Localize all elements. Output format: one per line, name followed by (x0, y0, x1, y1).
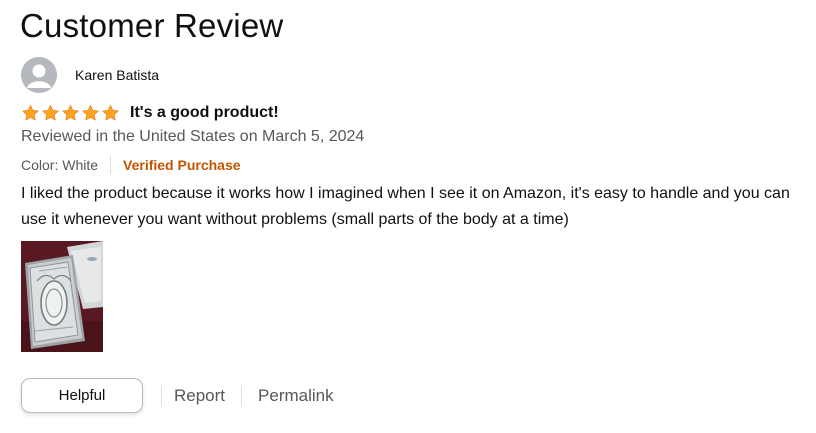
report-link[interactable]: Report (174, 386, 225, 406)
permalink-link[interactable]: Permalink (258, 386, 334, 406)
star-icon (102, 104, 119, 121)
action-divider (161, 384, 162, 407)
reviewer-name[interactable]: Karen Batista (75, 67, 159, 83)
review-meta: Color: White Verified Purchase (21, 155, 241, 175)
review-title: It's a good product! (130, 104, 279, 121)
review-actions: Helpful Report Permalink (21, 377, 334, 414)
star-icon (82, 104, 99, 121)
verified-purchase-badge: Verified Purchase (123, 157, 241, 173)
action-divider (241, 384, 243, 407)
rating-row: It's a good product! (21, 102, 279, 124)
color-variant: Color: White (21, 157, 99, 173)
user-silhouette-icon (21, 57, 57, 93)
reviewer-profile[interactable]: Karen Batista (21, 57, 159, 93)
review-body: I liked the product because it works how… (21, 185, 790, 228)
star-icon (22, 104, 39, 121)
product-photo (21, 241, 103, 352)
review-image-thumbnail[interactable] (21, 241, 103, 352)
page-title: Customer Review (20, 7, 284, 44)
star-rating[interactable] (21, 104, 121, 122)
star-icon (62, 104, 79, 121)
review-date: Reviewed in the United States on March 5… (21, 128, 365, 145)
customer-review-page: Customer Review Karen Batista It's a goo… (0, 0, 816, 433)
helpful-button[interactable]: Helpful (21, 378, 143, 413)
star-icon (42, 104, 59, 121)
meta-divider (110, 156, 112, 174)
